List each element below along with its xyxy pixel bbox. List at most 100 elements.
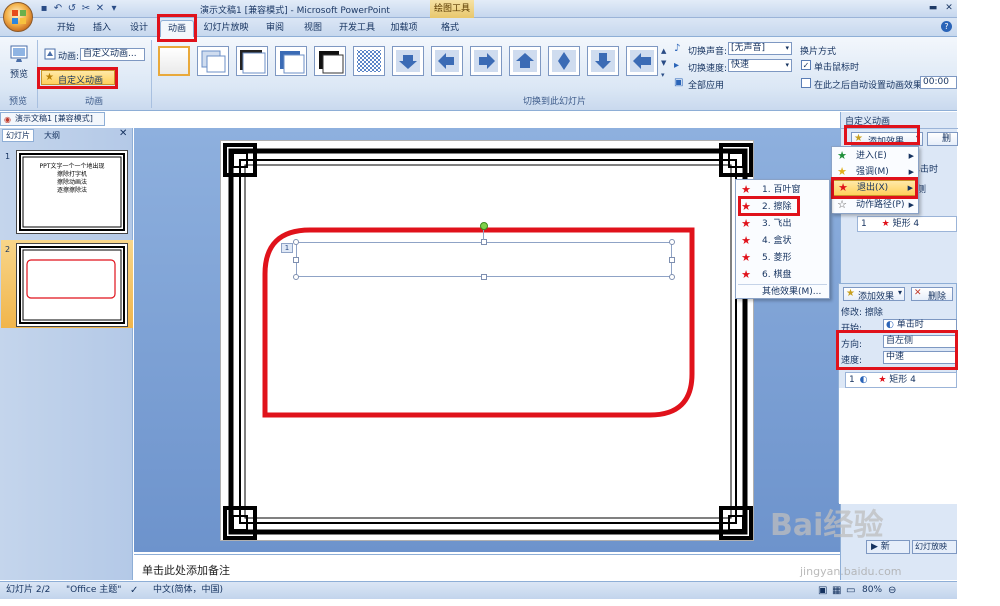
watermark: Bai经验 bbox=[770, 508, 884, 543]
transition-wipe-left[interactable] bbox=[431, 46, 463, 76]
resize-handle[interactable] bbox=[293, 274, 299, 280]
on-click-checkbox[interactable]: ✓ bbox=[801, 60, 811, 70]
transition-dissolve[interactable] bbox=[353, 46, 385, 76]
auto-time-value: 00:00 bbox=[923, 77, 949, 87]
transition-split[interactable] bbox=[548, 46, 580, 76]
minimize-icon[interactable]: ▬ bbox=[927, 2, 939, 14]
repeat-icon[interactable]: ↺ bbox=[66, 3, 78, 15]
transition-fade-black[interactable] bbox=[236, 46, 268, 76]
sound-dropdown[interactable]: [无声音] ▾ bbox=[728, 42, 792, 55]
transition-wipe-down[interactable] bbox=[392, 46, 424, 76]
gallery-more-icon[interactable]: ▾ bbox=[661, 69, 669, 81]
animation-group-label: 动画 bbox=[84, 97, 103, 107]
menu-item-motion-path[interactable]: ☆ 动作路径(P) ▶ bbox=[832, 197, 918, 213]
tab-home[interactable]: 开始 bbox=[53, 20, 79, 37]
close-panel-icon[interactable]: ✕ bbox=[119, 128, 127, 139]
zoom-out-icon[interactable]: ⊖ bbox=[888, 582, 896, 599]
resize-handle[interactable] bbox=[481, 274, 487, 280]
transition-wipe-up[interactable] bbox=[509, 46, 541, 76]
remove-button[interactable]: ✕ 删除 bbox=[911, 287, 953, 302]
rotate-handle[interactable] bbox=[480, 222, 488, 230]
effect-list-item[interactable]: 1 ◐ ★ 矩形 4 bbox=[845, 372, 957, 388]
tab-slideshow[interactable]: 幻灯片放映 bbox=[203, 20, 249, 37]
add-effect-button[interactable]: ★ 添加效果 ▾ bbox=[843, 287, 905, 302]
tab-design[interactable]: 设计 bbox=[126, 20, 152, 37]
effect-list-area bbox=[839, 388, 957, 504]
apply-all-icon: ▣ bbox=[674, 77, 684, 88]
selected-textbox[interactable] bbox=[296, 242, 672, 277]
transition-fade-smooth[interactable] bbox=[197, 46, 229, 76]
tab-insert[interactable]: 插入 bbox=[89, 20, 115, 37]
transition-wipe-right[interactable] bbox=[470, 46, 502, 76]
gallery-down-icon[interactable]: ▼ bbox=[661, 57, 669, 69]
preview-icon[interactable] bbox=[9, 43, 29, 63]
auto-time-input[interactable]: 00:00 bbox=[920, 76, 957, 89]
resize-handle[interactable] bbox=[481, 239, 487, 245]
exit-effect-fly-out[interactable]: ★ 3. 飞出 bbox=[736, 216, 829, 232]
gallery-scroll[interactable]: ▲ ▼ ▾ bbox=[661, 45, 669, 85]
tab-addins[interactable]: 加载项 bbox=[388, 20, 420, 37]
slideshow-button[interactable]: 幻灯放映 bbox=[912, 540, 957, 554]
gallery-up-icon[interactable]: ▲ bbox=[661, 45, 669, 57]
preview-button[interactable]: 预览 bbox=[10, 67, 28, 80]
tab-view[interactable]: 视图 bbox=[300, 20, 326, 37]
animation-dropdown[interactable]: 自定义动画... bbox=[80, 48, 145, 61]
animation-order-tag[interactable]: 1 bbox=[281, 243, 293, 253]
exit-star-icon: ★ bbox=[741, 183, 751, 196]
document-tab[interactable]: ◉ 演示文稿1 [兼容模式] bbox=[0, 112, 105, 126]
resize-handle[interactable] bbox=[669, 274, 675, 280]
auto-after-checkbox[interactable] bbox=[801, 78, 811, 88]
document-tab-label: 演示文稿1 [兼容模式] bbox=[15, 114, 93, 123]
tab-developer[interactable]: 开发工具 bbox=[337, 20, 377, 37]
speed-dropdown[interactable]: 快速 ▾ bbox=[728, 59, 792, 72]
customize-qat-icon[interactable]: ▾ bbox=[108, 3, 120, 15]
zoom-level[interactable]: 80% bbox=[862, 582, 882, 599]
help-icon[interactable]: ? bbox=[941, 21, 952, 32]
close-doc-icon[interactable]: ✕ bbox=[94, 3, 106, 15]
apply-all-button[interactable]: 全部应用 bbox=[688, 78, 724, 91]
sorter-view-icon[interactable]: ▦ bbox=[832, 582, 841, 599]
submenu-arrow-icon: ▶ bbox=[908, 201, 914, 209]
preview-group-label: 预览 bbox=[8, 97, 27, 107]
exit-effect-diamond[interactable]: ★ 5. 菱形 bbox=[736, 250, 829, 266]
slide2-thumbnail[interactable] bbox=[16, 243, 128, 327]
resize-handle[interactable] bbox=[669, 239, 675, 245]
star-icon: ★ bbox=[846, 288, 855, 299]
office-button[interactable] bbox=[3, 2, 33, 32]
remove-button-top[interactable]: 删 bbox=[927, 132, 958, 146]
normal-view-icon[interactable]: ▣ bbox=[818, 582, 827, 599]
exit-effect-checkerboard[interactable]: ★ 6. 棋盘 bbox=[736, 267, 829, 283]
tab-slides[interactable]: 幻灯片 bbox=[2, 129, 34, 142]
effect-list-item-top[interactable]: 1 ★ 矩形 4 bbox=[857, 216, 957, 232]
menu-item-entrance[interactable]: ★ 进入(E) ▶ bbox=[832, 148, 918, 164]
animation-label: 动画: bbox=[58, 52, 80, 62]
tab-format[interactable]: 格式 bbox=[437, 20, 463, 37]
spellcheck-icon[interactable]: ✓ bbox=[130, 582, 138, 599]
exit-effect-more[interactable]: 其他效果(M)... bbox=[736, 284, 829, 300]
slideshow-view-icon[interactable]: ▭ bbox=[846, 582, 855, 599]
resize-handle[interactable] bbox=[293, 257, 299, 263]
exit-star-icon: ★ bbox=[741, 234, 751, 247]
save-icon[interactable]: ▪ bbox=[38, 3, 50, 15]
transition-cut[interactable] bbox=[275, 46, 307, 76]
transition-push-down[interactable] bbox=[587, 46, 619, 76]
resize-handle[interactable] bbox=[293, 239, 299, 245]
undo-icon[interactable]: ↶ bbox=[52, 3, 64, 15]
advance-slide-title: 换片方式 bbox=[800, 47, 837, 57]
speed-value: 快速 bbox=[731, 60, 750, 70]
close-window-icon[interactable]: ✕ bbox=[943, 2, 955, 14]
transition-cut-black[interactable] bbox=[314, 46, 346, 76]
title-bar: ▪ ↶ ↺ ✂ ✕ ▾ 演示文稿1 [兼容模式] - Microsoft Pow… bbox=[0, 0, 957, 18]
slide1-thumbnail[interactable]: PPT文字一个一个地出现 擦除打字机 擦除动画法 逐擦擦除法 bbox=[16, 150, 128, 234]
exit-star-icon: ★ bbox=[741, 217, 751, 230]
notes-pane[interactable]: 单击此处添加备注 bbox=[134, 554, 840, 580]
cut-icon[interactable]: ✂ bbox=[80, 3, 92, 15]
transition-none[interactable] bbox=[158, 46, 190, 76]
exit-effect-box[interactable]: ★ 4. 盒状 bbox=[736, 233, 829, 249]
slide1-number: 1 bbox=[5, 152, 11, 161]
tab-outline[interactable]: 大纲 bbox=[38, 129, 66, 142]
exit-star-icon: ★ bbox=[878, 375, 887, 385]
resize-handle[interactable] bbox=[669, 257, 675, 263]
tab-review[interactable]: 审阅 bbox=[262, 20, 288, 37]
transition-push-left[interactable] bbox=[626, 46, 658, 76]
